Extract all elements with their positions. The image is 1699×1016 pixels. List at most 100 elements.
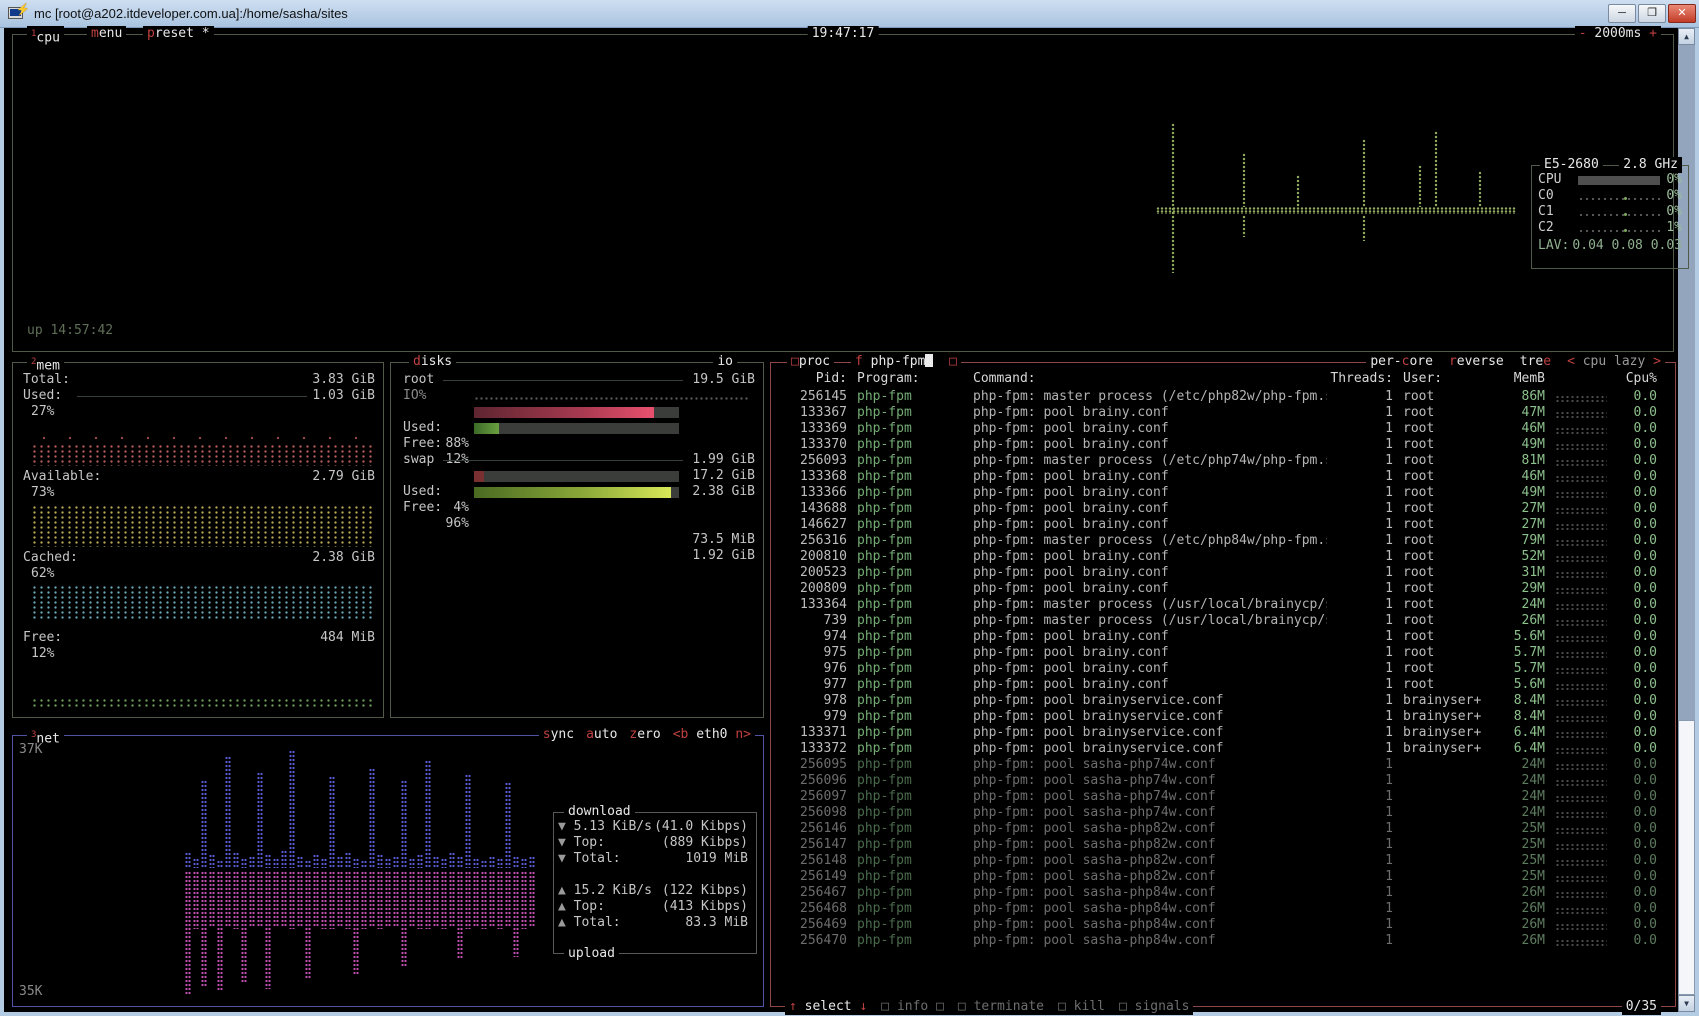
column-memb[interactable]: MemB [1499,371,1545,387]
reverse-toggle[interactable]: reverse [1449,354,1504,370]
proc-filter[interactable]: f php-fpm □ [851,354,961,370]
disks-io-mode[interactable]: io [713,354,737,370]
process-row[interactable]: 200523php-fpmphp-fpm: pool brainy.conf1r… [771,565,1675,581]
process-row[interactable]: 974php-fpmphp-fpm: pool brainy.conf1root… [771,629,1675,645]
process-cpu: 0.0 [1613,917,1657,933]
preset-button[interactable]: preset * [143,26,214,42]
column-command[interactable]: Command: [973,371,1327,387]
process-row[interactable]: 976php-fpmphp-fpm: pool brainy.conf1root… [771,661,1675,677]
net-download-column [361,860,367,868]
process-row[interactable]: 256470php-fpmphp-fpm: pool sasha-php84w.… [771,933,1675,949]
putty-window-icon[interactable]: ⚡ [8,5,28,23]
process-mem: 46M [1499,421,1545,437]
close-button[interactable]: ✕ [1668,4,1696,23]
process-row[interactable]: 256469php-fpmphp-fpm: pool sasha-php84w.… [771,917,1675,933]
process-row[interactable]: 256097php-fpmphp-fpm: pool sasha-php74w.… [771,789,1675,805]
process-row[interactable]: 146627php-fpmphp-fpm: pool brainy.conf1r… [771,517,1675,533]
process-row[interactable]: 133367php-fpmphp-fpm: pool brainy.conf1r… [771,405,1675,421]
process-row[interactable]: 256147php-fpmphp-fpm: pool sasha-php82w.… [771,837,1675,853]
process-prog: php-fpm [857,501,965,517]
per-core-toggle[interactable]: per-core [1370,354,1433,370]
process-row[interactable]: 256148php-fpmphp-fpm: pool sasha-php82w.… [771,853,1675,869]
info-button[interactable]: □ info □ [881,999,944,1015]
process-row[interactable]: 133372php-fpmphp-fpm: pool brainyservice… [771,741,1675,757]
proc-panel-title[interactable]: □proc [787,354,834,370]
net-download-column [313,854,319,868]
process-row[interactable]: 200810php-fpmphp-fpm: pool brainy.conf1r… [771,549,1675,565]
net-auto-button[interactable]: auto [586,727,617,743]
process-row[interactable]: 979php-fpmphp-fpm: pool brainyservice.co… [771,709,1675,725]
process-cpu-spark [1555,443,1607,450]
menu-button[interactable]: menu [87,26,126,42]
process-thr: 1 [1327,549,1393,565]
process-cmd: php-fpm: pool sasha-php74w.conf [973,757,1327,773]
process-cpu: 0.0 [1613,773,1657,789]
interval-minus-button[interactable]: - [1579,26,1587,41]
process-user: root [1403,565,1499,581]
process-pid: 143688 [783,501,847,517]
process-prog: php-fpm [857,757,965,773]
process-row[interactable]: 256098php-fpmphp-fpm: pool sasha-php74w.… [771,805,1675,821]
scroll-up-icon[interactable]: ▲ [1678,28,1695,45]
process-row[interactable]: 977php-fpmphp-fpm: pool brainy.conf1root… [771,677,1675,693]
column-cpu[interactable]: Cpu% [1613,371,1657,387]
process-mem: 26M [1499,885,1545,901]
net-interface-switch[interactable]: <b eth0 n> [673,727,751,743]
process-row[interactable]: 256095php-fpmphp-fpm: pool sasha-php74w.… [771,757,1675,773]
select-control[interactable]: ↑ select ↓ [789,999,867,1015]
column-program[interactable]: Program: [857,371,965,387]
process-row[interactable]: 256149php-fpmphp-fpm: pool sasha-php82w.… [771,869,1675,885]
process-cpu-spark [1555,923,1607,930]
process-cpu-spark [1555,475,1607,482]
net-zero-button[interactable]: zero [629,727,660,743]
process-pid: 256149 [783,869,847,885]
sort-column-selector[interactable]: < cpu lazy > [1567,354,1661,370]
column-pid[interactable]: Pid: [783,371,847,387]
process-row[interactable]: 143688php-fpmphp-fpm: pool brainy.conf1r… [771,501,1675,517]
process-row[interactable]: 133368php-fpmphp-fpm: pool brainy.conf1r… [771,469,1675,485]
scroll-down-icon[interactable]: ▼ [1678,995,1695,1012]
column-user[interactable]: User: [1403,371,1499,387]
tree-toggle[interactable]: tree [1520,354,1551,370]
window-titlebar[interactable]: ⚡ mc [root@a202.itdeveloper.com.ua]:/hom… [0,0,1699,28]
disks-panel-title[interactable]: disks [409,354,456,370]
maximize-button[interactable]: ❐ [1638,4,1666,23]
column-threads[interactable]: Threads: [1327,371,1393,387]
net-download-column [297,856,303,868]
cpu-panel-title[interactable]: 1cpu [27,26,64,46]
process-row[interactable]: 133364php-fpmphp-fpm: master process (/u… [771,597,1675,613]
net-sync-button[interactable]: sync [543,727,574,743]
interval-plus-button[interactable]: + [1649,26,1657,41]
process-row[interactable]: 256093php-fpmphp-fpm: master process (/e… [771,453,1675,469]
minimize-button[interactable]: ─ [1608,4,1636,23]
download-speed-row: ▼ 5.13 KiB/s [558,819,652,835]
process-row[interactable]: 978php-fpmphp-fpm: pool brainyservice.co… [771,693,1675,709]
window-border-right [1695,28,1699,1016]
net-upload-column [361,871,367,929]
terminate-button[interactable]: □ terminate [958,999,1044,1015]
proc-panel: □proc f php-fpm □ per-core reverse tree … [770,362,1676,1007]
scrollbar-thumb[interactable] [1678,720,1695,995]
net-download-column [217,860,223,868]
process-row[interactable]: 256467php-fpmphp-fpm: pool sasha-php84w.… [771,885,1675,901]
process-row[interactable]: 133370php-fpmphp-fpm: pool brainy.conf1r… [771,437,1675,453]
process-row[interactable]: 256146php-fpmphp-fpm: pool sasha-php82w.… [771,821,1675,837]
process-row[interactable]: 133371php-fpmphp-fpm: pool brainyservice… [771,725,1675,741]
process-row[interactable]: 200809php-fpmphp-fpm: pool brainy.conf1r… [771,581,1675,597]
process-mem: 6.4M [1499,725,1545,741]
process-row[interactable]: 256096php-fpmphp-fpm: pool sasha-php74w.… [771,773,1675,789]
process-row[interactable]: 133369php-fpmphp-fpm: pool brainy.conf1r… [771,421,1675,437]
process-row[interactable]: 739php-fpmphp-fpm: master process (/usr/… [771,613,1675,629]
process-thr: 1 [1327,421,1393,437]
process-row[interactable]: 975php-fpmphp-fpm: pool brainy.conf1root… [771,645,1675,661]
kill-button[interactable]: □ kill [1058,999,1105,1015]
process-row[interactable]: 133366php-fpmphp-fpm: pool brainy.conf1r… [771,485,1675,501]
process-cmd: php-fpm: pool sasha-php82w.conf [973,869,1327,885]
net-upload-column [489,871,495,927]
process-prog: php-fpm [857,661,965,677]
process-row[interactable]: 256145php-fpmphp-fpm: master process (/e… [771,389,1675,405]
signals-button[interactable]: □ signals [1119,999,1189,1015]
process-thr: 1 [1327,677,1393,693]
process-row[interactable]: 256468php-fpmphp-fpm: pool sasha-php84w.… [771,901,1675,917]
process-row[interactable]: 256316php-fpmphp-fpm: master process (/e… [771,533,1675,549]
